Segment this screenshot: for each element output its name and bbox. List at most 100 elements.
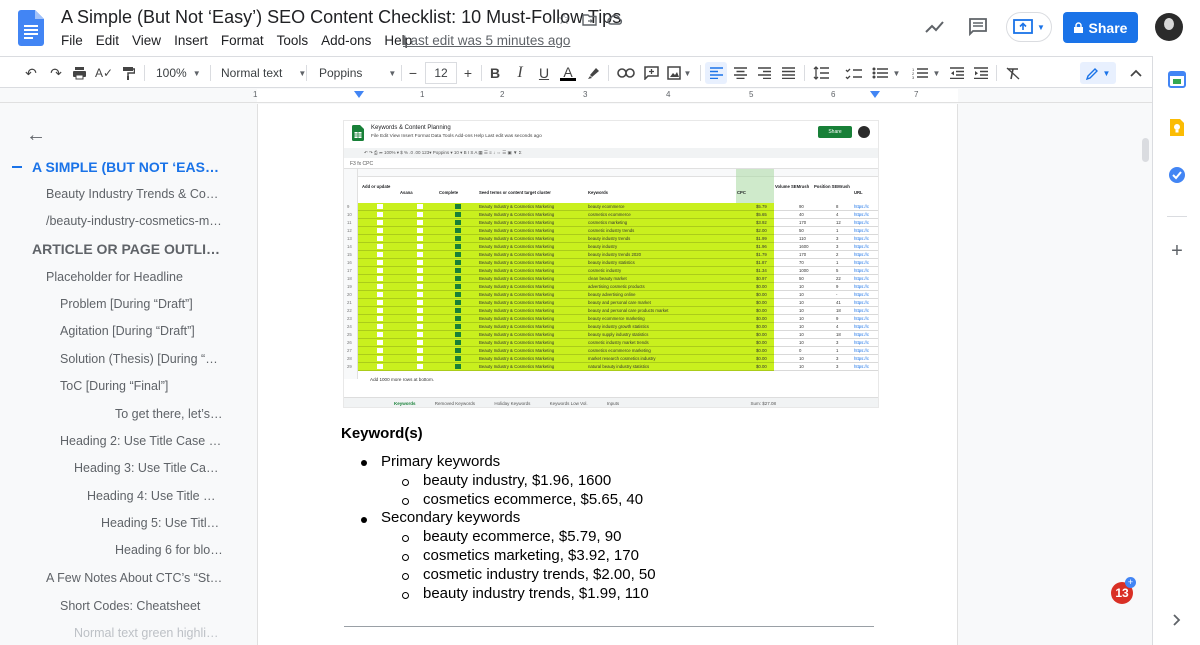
menu-format[interactable]: Format xyxy=(221,33,264,48)
tasks-icon[interactable] xyxy=(1166,164,1188,186)
sheet-header-cell: Keywords xyxy=(588,190,609,195)
align-left-icon[interactable] xyxy=(705,62,727,84)
align-right-icon[interactable] xyxy=(753,62,775,84)
zoom-select[interactable]: 100% ▼ xyxy=(156,63,201,83)
style-select[interactable]: Normal text ▼ xyxy=(221,63,306,83)
outline-item[interactable]: /beauty-industry-cosmetics-mar... xyxy=(46,214,224,228)
keep-icon[interactable] xyxy=(1166,116,1188,138)
sheet-header-cell: Asana xyxy=(400,190,413,195)
cloud-icon[interactable] xyxy=(605,9,625,29)
highlight-icon[interactable] xyxy=(584,62,604,84)
outline-item[interactable]: Placeholder for Headline xyxy=(46,270,224,284)
last-edit-link[interactable]: Last edit was 5 minutes ago xyxy=(403,33,570,48)
vertical-scrollbar[interactable] xyxy=(1138,104,1152,645)
print-icon[interactable] xyxy=(68,62,90,84)
avatar[interactable] xyxy=(1155,13,1183,41)
outline-item[interactable]: Heading 3: Use Title Case ... xyxy=(74,461,224,475)
document-title[interactable]: A Simple (But Not ‘Easy’) SEO Content Ch… xyxy=(61,7,621,28)
outline-item[interactable]: Normal text green highligh... xyxy=(74,626,224,640)
text-color-icon[interactable]: A xyxy=(558,62,578,84)
outline-item[interactable]: A SIMPLE (BUT NOT ‘EASY’) ... xyxy=(32,159,224,175)
numbered-list-icon[interactable]: 123 ▼ xyxy=(908,62,944,84)
seed-term-column: Beauty Industry & Cosmetics Marketing Be… xyxy=(479,204,555,369)
sheet-header-cell: Add or update xyxy=(362,184,391,189)
menu-view[interactable]: View xyxy=(132,33,161,48)
italic-icon[interactable]: I xyxy=(510,62,530,84)
checklist-icon[interactable] xyxy=(842,62,864,84)
outline-item[interactable]: Heading 2: Use Title Case & ... xyxy=(60,434,224,448)
outline-item[interactable]: Heading 6 for bloc... xyxy=(115,543,224,557)
bold-icon[interactable]: B xyxy=(485,62,505,84)
bullet-list-icon[interactable]: ▼ xyxy=(868,62,904,84)
side-panel: + xyxy=(1152,56,1200,645)
keyword-column: beauty ecommerce cosmetics ecommerce cos… xyxy=(588,204,669,369)
menu-tools[interactable]: Tools xyxy=(277,33,309,48)
add-comment-icon[interactable] xyxy=(640,62,662,84)
present-button[interactable]: ▼ xyxy=(1006,12,1052,42)
sheet-formula-bar: F3 fx CPC xyxy=(344,159,878,169)
outline-item[interactable]: Heading 5: Use Title ... xyxy=(101,516,224,530)
sheet-avatar xyxy=(858,126,870,138)
outline-item[interactable]: A Few Notes About CTC’s “Style... xyxy=(46,571,224,585)
outline-item[interactable]: Beauty Industry Trends & Cosm... xyxy=(46,187,224,201)
outline-item[interactable]: Heading 4: Use Title Cas... xyxy=(87,489,224,503)
add-icon[interactable]: + xyxy=(1166,240,1188,262)
sheet-header-cell: Position SEMrush xyxy=(814,184,850,189)
formatting-toolbar: ↶ ↷ A✓ 100% ▼ Normal text ▼ Poppins ▼ − 12 … xyxy=(0,56,1152,88)
sub-bullet-icon xyxy=(402,479,409,486)
outline-item[interactable]: Short Codes: Cheatsheet xyxy=(60,599,224,613)
increase-indent-icon[interactable] xyxy=(970,62,992,84)
line-spacing-icon[interactable] xyxy=(810,62,832,84)
share-label: Share xyxy=(1088,19,1128,36)
menu-addons[interactable]: Add-ons xyxy=(321,33,371,48)
sheet-title: Keywords & Content Planning xyxy=(371,125,451,131)
docs-icon[interactable] xyxy=(18,10,44,46)
menu-edit[interactable]: Edit xyxy=(96,33,119,48)
sheet-toolbar: ↶ ↷ ⎙ ⤗ 100% ▾ $ % .0 .00 123▾ Poppins ▾… xyxy=(344,148,878,158)
sub-bullet-icon xyxy=(402,535,409,542)
right-indent-handle[interactable] xyxy=(870,91,880,98)
spellcheck-icon[interactable]: A✓ xyxy=(93,62,115,84)
lock-icon xyxy=(1073,22,1083,33)
redo-icon[interactable]: ↷ xyxy=(45,62,67,84)
outline-item[interactable]: Agitation [During “Draft”] xyxy=(60,324,224,338)
back-arrow-icon[interactable]: ← xyxy=(26,124,46,147)
paint-format-icon[interactable] xyxy=(117,62,139,84)
align-center-icon[interactable] xyxy=(729,62,751,84)
move-folder-icon[interactable] xyxy=(579,9,599,29)
share-button[interactable]: Share xyxy=(1063,12,1138,43)
outline-item[interactable]: ToC [During “Final”] xyxy=(60,379,224,393)
outline-item[interactable]: Problem [During “Draft”] xyxy=(60,297,224,311)
expand-panel-icon[interactable] xyxy=(1167,610,1187,630)
image-icon[interactable]: ▼ xyxy=(665,62,693,84)
activity-icon[interactable] xyxy=(922,14,948,40)
sub-bullet-icon xyxy=(402,592,409,599)
left-indent-handle[interactable] xyxy=(354,91,364,98)
edit-mode-icon[interactable]: ▼ xyxy=(1080,62,1116,84)
document-page[interactable]: Keywords & Content Planning File Edit Vi… xyxy=(257,104,958,645)
outline-item[interactable]: To get there, let’s e... xyxy=(115,407,224,421)
font-select[interactable]: Poppins ▼ xyxy=(319,63,396,83)
chevron-down-icon: ▼ xyxy=(892,68,901,78)
outline-item[interactable]: ARTICLE OR PAGE OUTLINE: ... xyxy=(32,241,224,257)
outline-item[interactable]: Solution (Thesis) [During “Ou... xyxy=(60,352,224,366)
scrollbar-thumb[interactable] xyxy=(1142,138,1149,162)
undo-icon[interactable]: ↶ xyxy=(20,62,42,84)
ruler-number: 1 xyxy=(253,90,258,99)
justify-icon[interactable] xyxy=(777,62,799,84)
menu-insert[interactable]: Insert xyxy=(174,33,208,48)
link-icon[interactable] xyxy=(615,62,637,84)
increase-font-size-button[interactable]: + xyxy=(459,62,477,84)
comment-icon[interactable] xyxy=(965,14,991,40)
clear-format-icon[interactable] xyxy=(1002,62,1024,84)
font-size-input[interactable]: 12 xyxy=(425,62,457,84)
decrease-font-size-button[interactable]: − xyxy=(404,62,422,84)
star-icon[interactable]: ☆ xyxy=(554,9,574,29)
embedded-spreadsheet-image[interactable]: Keywords & Content Planning File Edit Vi… xyxy=(343,120,879,408)
menu-file[interactable]: File xyxy=(61,33,83,48)
decrease-indent-icon[interactable] xyxy=(946,62,968,84)
calendar-icon[interactable] xyxy=(1166,68,1188,90)
collapse-icon[interactable] xyxy=(1126,62,1146,84)
underline-icon[interactable]: U xyxy=(534,62,554,84)
chevron-down-icon: ▼ xyxy=(388,68,397,78)
